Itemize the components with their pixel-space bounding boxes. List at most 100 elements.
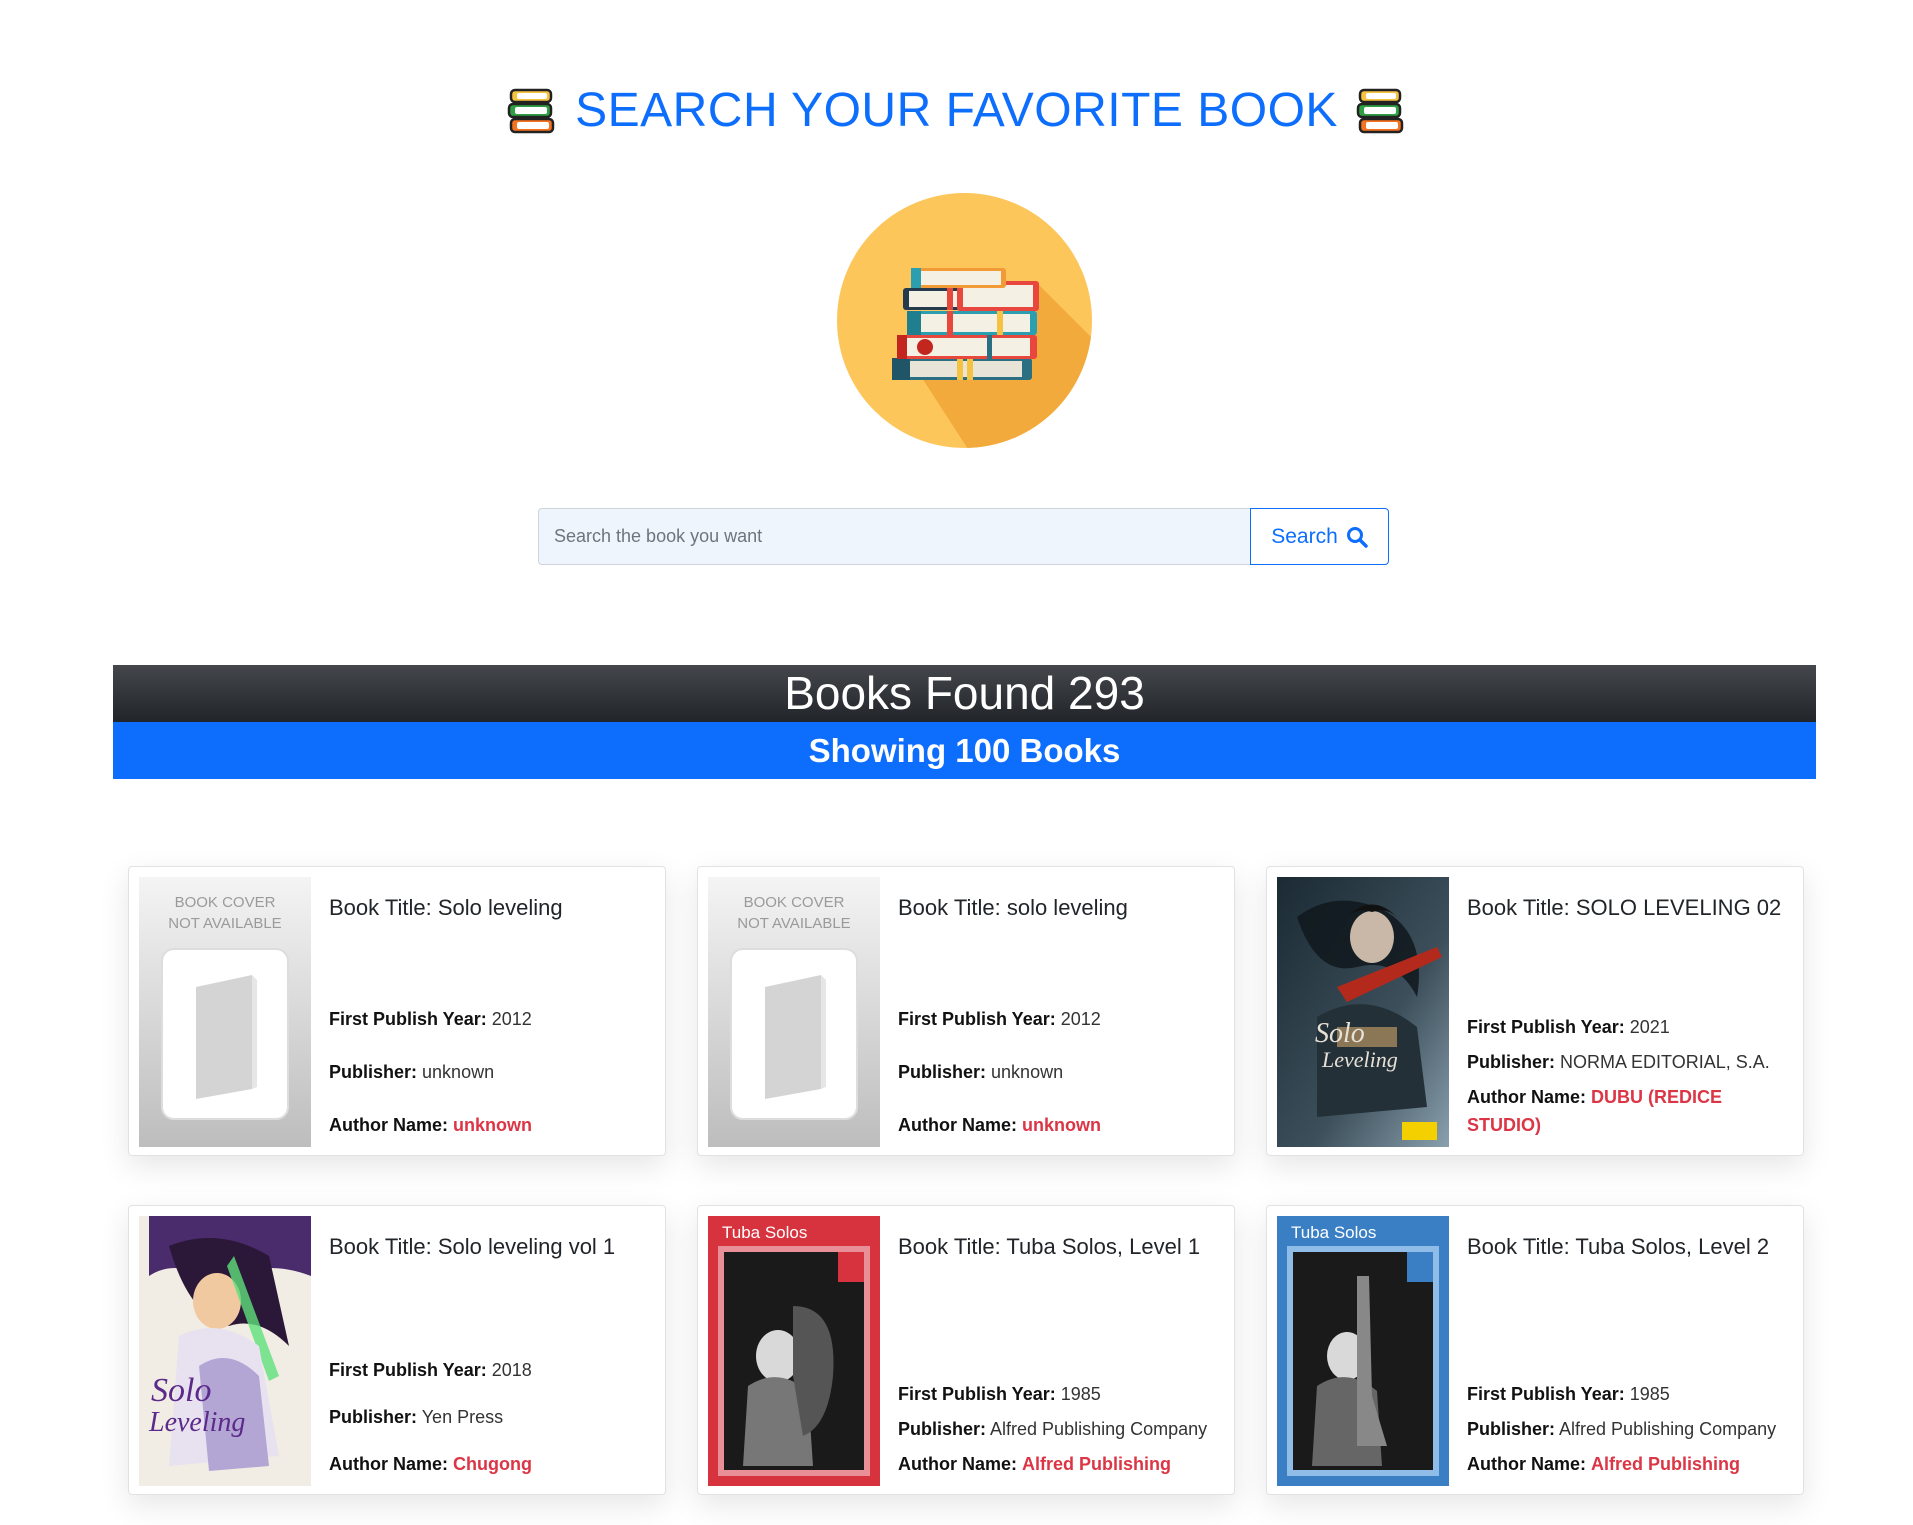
- cover-text: Tuba Solos: [722, 1223, 807, 1242]
- book-title: Book Title: Tuba Solos, Level 1: [898, 1234, 1201, 1259]
- search-bar: Search: [538, 508, 1389, 565]
- publisher-label: Publisher:: [329, 1407, 418, 1427]
- publisher: Publisher: Alfred Publishing Company: [898, 1415, 1214, 1443]
- publisher-value: Alfred Publishing Company: [1559, 1419, 1777, 1439]
- svg-text:Leveling: Leveling: [1321, 1047, 1398, 1072]
- author-value: Alfred Publishing: [1022, 1454, 1172, 1474]
- publish-year-label: First Publish Year:: [898, 1384, 1056, 1404]
- publish-year: First Publish Year: 1985: [1467, 1380, 1783, 1408]
- book-title: Book Title: Solo leveling vol 1: [329, 1234, 616, 1259]
- book-cover-image: Solo Leveling: [1277, 877, 1449, 1147]
- publisher: Publisher: unknown: [329, 1058, 645, 1086]
- publish-year-value: 2012: [491, 1009, 532, 1029]
- author: Author Name: Alfred Publishing: [1467, 1450, 1783, 1478]
- book-card[interactable]: BOOK COVER NOT AVAILABLE Book Title: Sol…: [128, 866, 666, 1156]
- author-label: Author Name:: [1467, 1087, 1587, 1107]
- book-cover-placeholder: BOOK COVER NOT AVAILABLE: [139, 877, 311, 1147]
- publish-year-value: 1985: [1629, 1384, 1670, 1404]
- svg-text:Leveling: Leveling: [148, 1407, 245, 1438]
- publish-year: First Publish Year: 2012: [329, 1005, 645, 1033]
- book-cover-image: Tuba Solos: [708, 1216, 880, 1486]
- author: Author Name: Chugong: [329, 1450, 645, 1478]
- book-cover-placeholder: BOOK COVER NOT AVAILABLE: [708, 877, 880, 1147]
- search-input[interactable]: [538, 508, 1250, 565]
- publisher-label: Publisher:: [1467, 1419, 1556, 1439]
- publisher: Publisher: unknown: [898, 1058, 1214, 1086]
- publish-year: First Publish Year: 2012: [898, 1005, 1214, 1033]
- book-card[interactable]: Tuba Solos Book Title: Tuba Solos, Level…: [697, 1205, 1235, 1495]
- book-info: Book Title: Solo leveling vol 1 First Pu…: [329, 1206, 645, 1494]
- book-card[interactable]: Solo Leveling Book Title: Solo leveling …: [128, 1205, 666, 1495]
- author-label: Author Name:: [329, 1115, 449, 1135]
- svg-text:Solo: Solo: [151, 1372, 211, 1409]
- publisher-label: Publisher:: [898, 1062, 987, 1082]
- search-button-label: Search: [1271, 524, 1338, 548]
- book-card[interactable]: BOOK COVER NOT AVAILABLE Book Title: sol…: [697, 866, 1235, 1156]
- page-title: SEARCH YOUR FAVORITE BOOK: [575, 84, 1338, 137]
- author-label: Author Name:: [329, 1454, 449, 1474]
- book-card[interactable]: Tuba Solos Book Title: Tuba Solos, Level…: [1266, 1205, 1804, 1495]
- publish-year: First Publish Year: 2021: [1467, 1013, 1783, 1041]
- book-title: Book Title: solo leveling: [898, 895, 1128, 920]
- author-label: Author Name:: [1467, 1454, 1587, 1474]
- books-found-banner: Books Found 293: [113, 665, 1816, 722]
- publisher-value: Yen Press: [421, 1407, 504, 1427]
- book-card[interactable]: Solo Leveling Book Title: SOLO LEVELING …: [1266, 866, 1804, 1156]
- search-button[interactable]: Search: [1250, 508, 1389, 565]
- cover-text: NOT AVAILABLE: [168, 915, 281, 932]
- author-label: Author Name:: [898, 1454, 1018, 1474]
- publish-year: First Publish Year: 1985: [898, 1380, 1214, 1408]
- publish-year-label: First Publish Year:: [329, 1009, 487, 1029]
- books-icon: [507, 88, 555, 134]
- publish-year-label: First Publish Year:: [329, 1360, 487, 1380]
- publisher-value: unknown: [422, 1062, 495, 1082]
- book-title: Book Title: Solo leveling: [329, 895, 563, 920]
- cover-text: Tuba Solos: [1291, 1223, 1376, 1242]
- publish-year-label: First Publish Year:: [1467, 1384, 1625, 1404]
- publish-year-label: First Publish Year:: [898, 1009, 1056, 1029]
- cover-text: NOT AVAILABLE: [737, 915, 850, 932]
- book-title: Book Title: SOLO LEVELING 02: [1467, 895, 1782, 920]
- publisher: Publisher: Yen Press: [329, 1403, 645, 1431]
- author: Author Name: unknown: [898, 1111, 1214, 1139]
- publish-year-value: 2012: [1060, 1009, 1101, 1029]
- books-icon: [1356, 88, 1404, 134]
- publisher: Publisher: NORMA EDITORIAL, S.A.: [1467, 1048, 1783, 1076]
- author-value: unknown: [1022, 1115, 1102, 1135]
- publish-year-value: 2018: [491, 1360, 532, 1380]
- author-label: Author Name:: [898, 1115, 1018, 1135]
- cover-text: BOOK COVER: [744, 894, 845, 911]
- book-info: Book Title: SOLO LEVELING 02 First Publi…: [1467, 867, 1783, 1155]
- book-cover-image: Tuba Solos: [1277, 1216, 1449, 1486]
- book-info: Book Title: Solo leveling First Publish …: [329, 867, 645, 1155]
- author-value: Alfred Publishing: [1591, 1454, 1741, 1474]
- book-stack-logo: [837, 193, 1092, 448]
- book-cover-image: Solo Leveling: [139, 1216, 311, 1486]
- author: Author Name: Alfred Publishing: [898, 1450, 1214, 1478]
- publish-year-value: 2021: [1629, 1017, 1670, 1037]
- publish-year-label: First Publish Year:: [1467, 1017, 1625, 1037]
- book-info: Book Title: Tuba Solos, Level 1 First Pu…: [898, 1206, 1214, 1494]
- author: Author Name: unknown: [329, 1111, 645, 1139]
- author-value: unknown: [453, 1115, 533, 1135]
- svg-text:Solo: Solo: [1315, 1018, 1365, 1049]
- search-icon: [1346, 526, 1368, 548]
- book-info: Book Title: Tuba Solos, Level 2 First Pu…: [1467, 1206, 1783, 1494]
- publisher-label: Publisher:: [329, 1062, 418, 1082]
- page: SEARCH YOUR FAVORITE BOOK Search the boo…: [0, 0, 1913, 1525]
- publish-year-value: 1985: [1060, 1384, 1101, 1404]
- publisher-value: Alfred Publishing Company: [990, 1419, 1208, 1439]
- publisher: Publisher: Alfred Publishing Company: [1467, 1415, 1783, 1443]
- page-header: SEARCH YOUR FAVORITE BOOK: [0, 80, 1913, 142]
- author: Author Name: DUBU (REDICE STUDIO): [1467, 1083, 1783, 1139]
- publisher-label: Publisher:: [1467, 1052, 1556, 1072]
- publisher-value: NORMA EDITORIAL, S.A.: [1560, 1052, 1770, 1072]
- author-value: Chugong: [453, 1454, 533, 1474]
- publisher-label: Publisher:: [898, 1419, 987, 1439]
- publish-year: First Publish Year: 2018: [329, 1356, 645, 1384]
- book-title: Book Title: Tuba Solos, Level 2: [1467, 1234, 1770, 1259]
- book-info: Book Title: solo leveling First Publish …: [898, 867, 1214, 1155]
- publisher-value: unknown: [991, 1062, 1064, 1082]
- showing-books-banner: Showing 100 Books: [113, 722, 1816, 779]
- cover-text: BOOK COVER: [175, 894, 276, 911]
